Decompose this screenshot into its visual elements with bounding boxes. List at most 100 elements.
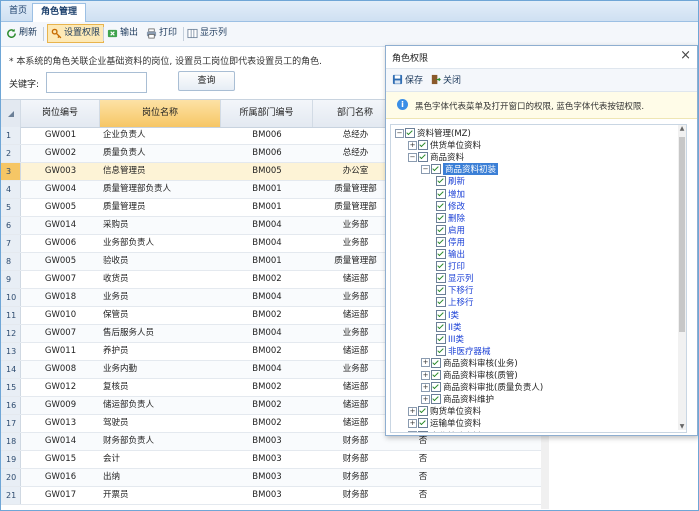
tree-node[interactable]: + 商品资料审批(质量负责人) (421, 381, 543, 393)
node-checkbox[interactable] (436, 333, 446, 344)
dialog-title: 角色权限 (392, 54, 429, 64)
node-checkbox[interactable] (436, 200, 446, 211)
tree-node[interactable]: 显示列 (434, 272, 474, 284)
node-checkbox[interactable] (436, 261, 446, 272)
tree-scrollbar[interactable]: ▲ ▼ (678, 125, 686, 430)
dept-code-cell: BM006 (252, 148, 282, 158)
node-checkbox[interactable] (436, 297, 446, 308)
tree-node[interactable]: 启用 (434, 224, 465, 236)
node-checkbox[interactable] (431, 382, 441, 393)
node-checkbox[interactable] (431, 164, 441, 175)
node-checkbox[interactable] (436, 345, 446, 356)
close-button[interactable]: 关闭 (430, 73, 461, 86)
tree-node[interactable]: + 供货单位资料 (408, 139, 481, 151)
node-checkbox[interactable] (418, 140, 428, 151)
tree-node[interactable]: 刷新 (434, 175, 465, 187)
tree-node[interactable]: + 购货单位资料 (408, 405, 481, 417)
tree-node[interactable]: 下移行 (434, 284, 474, 296)
node-checkbox[interactable] (436, 321, 446, 332)
table-row[interactable]: 21 GW017 开票员 BM003 财务部 否 (1, 487, 541, 505)
tree-node[interactable]: 上移行 (434, 296, 474, 308)
node-checkbox[interactable] (431, 370, 441, 380)
tree-node[interactable]: − 资料管理(MZ) (395, 127, 471, 139)
tree-node[interactable]: 增加 (434, 188, 465, 200)
collapse-icon[interactable]: − (408, 152, 417, 162)
expand-icon[interactable]: + (421, 358, 430, 368)
node-checkbox[interactable] (418, 430, 428, 432)
tree-node[interactable]: 修改 (434, 200, 465, 212)
print-button[interactable]: 打印 (146, 25, 177, 42)
expand-icon[interactable]: + (408, 418, 417, 428)
tree-node[interactable]: + 企业基础资料 (408, 430, 481, 432)
header-post-name[interactable]: 岗位名称 (100, 100, 221, 127)
post-name-cell: 会计 (103, 454, 121, 464)
tree-node[interactable]: I类 (434, 309, 459, 321)
node-checkbox[interactable] (436, 309, 446, 320)
node-checkbox[interactable] (418, 152, 428, 163)
node-checkbox[interactable] (436, 249, 446, 259)
tree-node[interactable]: 打印 (434, 260, 465, 272)
collapse-icon[interactable]: − (395, 128, 404, 138)
node-checkbox[interactable] (418, 418, 428, 429)
flag-cell: 否 (418, 454, 428, 464)
exit-icon (431, 74, 441, 85)
expand-icon[interactable]: + (421, 370, 430, 380)
header-dept-code[interactable]: 所属部门编号 (221, 100, 313, 127)
tab-home[interactable]: 首页 (3, 3, 33, 21)
node-checkbox[interactable] (405, 128, 415, 138)
tree-node[interactable]: III类 (434, 333, 464, 345)
tree-node-label: 停用 (448, 237, 466, 248)
tree-node[interactable]: + 运输单位资料 (408, 417, 481, 429)
close-icon[interactable]: × (680, 49, 691, 63)
tree-node[interactable]: − 商品资料初装 (421, 163, 499, 176)
tree-node[interactable]: + 商品资料审核(业务) (421, 357, 518, 369)
expand-icon[interactable]: + (408, 406, 417, 416)
table-row[interactable]: 20 GW016 出纳 BM003 财务部 否 (1, 469, 541, 487)
tree-node[interactable]: II类 (434, 321, 462, 333)
tab-role-management[interactable]: 角色管理 (32, 3, 87, 22)
node-checkbox[interactable] (431, 394, 441, 405)
scroll-up-icon[interactable]: ▲ (678, 125, 686, 132)
tree-node[interactable]: + 商品资料维护 (421, 393, 494, 405)
tree-scroll-thumb[interactable] (679, 137, 685, 332)
save-button[interactable]: 保存 (392, 73, 423, 86)
tree-node[interactable]: + 商品资料审核(质管) (421, 369, 518, 381)
show-columns-button[interactable]: 显示列 (187, 25, 227, 42)
export-button[interactable]: 输出 (107, 25, 138, 42)
expand-icon[interactable]: + (421, 394, 430, 404)
refresh-button[interactable]: 刷新 (6, 25, 37, 42)
scroll-down-icon[interactable]: ▼ (678, 423, 686, 430)
node-checkbox[interactable] (431, 357, 441, 368)
expand-icon[interactable]: + (408, 431, 417, 432)
collapse-icon[interactable]: − (421, 164, 430, 174)
expand-icon[interactable]: + (421, 382, 430, 392)
node-checkbox[interactable] (418, 406, 428, 417)
post-name-cell: 开票员 (103, 490, 129, 500)
row-number: 17 (1, 415, 21, 432)
node-checkbox[interactable] (436, 236, 446, 247)
dept-code-cell: BM003 (252, 454, 282, 464)
node-checkbox[interactable] (436, 285, 446, 296)
post-code-cell: GW008 (44, 364, 77, 374)
dept-code-cell: BM003 (252, 472, 282, 482)
set-permission-button[interactable]: 设置权限 (47, 24, 105, 43)
tree-node[interactable]: 非医疗器械 (434, 345, 491, 357)
tree-node[interactable]: 输出 (434, 248, 465, 260)
keyword-input[interactable] (46, 72, 147, 93)
node-checkbox[interactable] (436, 176, 446, 187)
header-post-code[interactable]: 岗位编号 (21, 100, 100, 127)
node-checkbox[interactable] (436, 188, 446, 199)
node-checkbox[interactable] (436, 224, 446, 235)
expand-icon[interactable]: + (408, 140, 417, 150)
node-checkbox[interactable] (436, 212, 446, 223)
table-row[interactable]: 19 GW015 会计 BM003 财务部 否 (1, 451, 541, 469)
print-label: 打印 (159, 28, 178, 38)
post-name-cell: 驾驶员 (103, 418, 129, 428)
key-icon (51, 28, 62, 39)
select-all-icon[interactable] (7, 110, 15, 118)
tree-node[interactable]: − 商品资料 (408, 151, 464, 163)
tree-node[interactable]: 删除 (434, 212, 465, 224)
tree-node[interactable]: 停用 (434, 236, 465, 248)
node-checkbox[interactable] (436, 273, 446, 284)
query-button[interactable]: 查询 (178, 71, 235, 91)
